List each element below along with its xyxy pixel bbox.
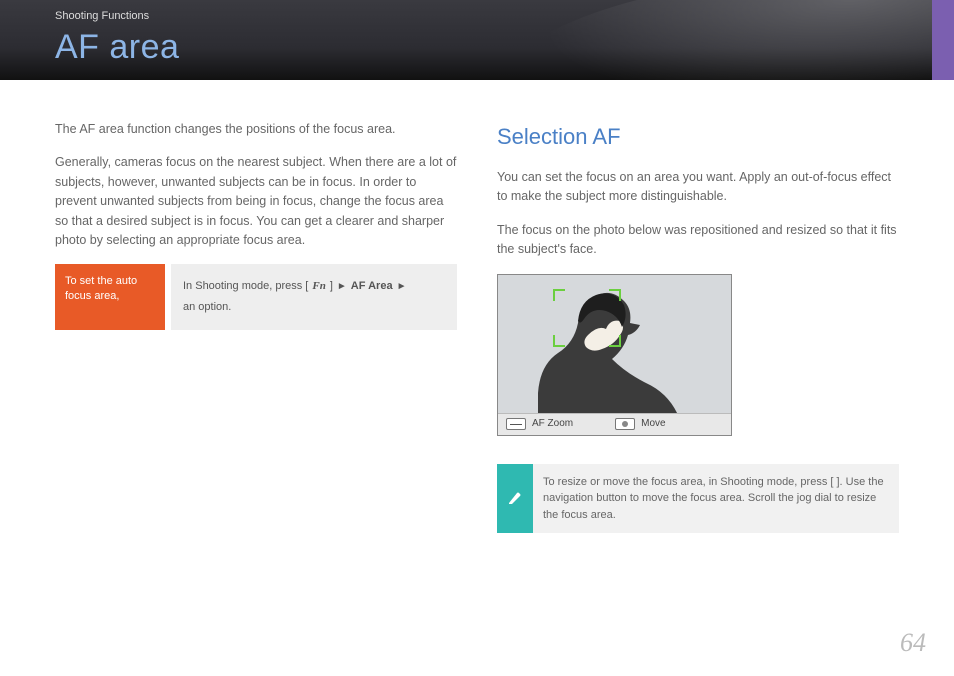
focus-corner-icon	[609, 335, 621, 347]
page-root: Shooting Functions AF area The AF area f…	[0, 0, 954, 676]
header-decoration	[488, 0, 954, 80]
instr-text-prefix: In Shooting mode, press [	[183, 278, 308, 295]
left-column: The AF area function changes the positio…	[55, 120, 457, 533]
af-focus-indicator	[553, 289, 621, 347]
example-photo	[498, 275, 731, 413]
focus-corner-icon	[553, 289, 565, 301]
move-pad-icon	[615, 418, 635, 430]
photo-control-bar: AF Zoom Move	[498, 413, 731, 435]
instruction-row: To set the auto focus area, In Shooting …	[55, 264, 457, 330]
header-purple-tab	[932, 0, 954, 80]
page-title: AF area	[55, 28, 179, 67]
note-text: To resize or move the focus area, in Sho…	[543, 464, 899, 534]
page-number: 64	[900, 628, 926, 658]
content-area: The AF area function changes the positio…	[0, 80, 954, 533]
move-label: Move	[641, 416, 665, 432]
right-column: Selection AF You can set the focus on an…	[497, 120, 899, 533]
section-label: Shooting Functions	[55, 10, 149, 22]
focus-corner-icon	[609, 289, 621, 301]
arrow-icon: ►	[397, 279, 407, 295]
subheading-selection-af: Selection AF	[497, 120, 899, 154]
instruction-label-box: To set the auto focus area,	[55, 264, 165, 330]
instr-af-area: AF Area	[351, 278, 393, 295]
page-header: Shooting Functions AF area	[0, 0, 954, 80]
example-photo-frame: AF Zoom Move	[497, 274, 732, 436]
note-box: To resize or move the focus area, in Sho…	[497, 464, 899, 534]
af-zoom-label: AF Zoom	[532, 416, 573, 432]
left-paragraph-1: The AF area function changes the positio…	[55, 120, 457, 139]
instr-text-suffix: an option.	[183, 299, 231, 316]
zoom-dial-icon	[506, 418, 526, 430]
instr-text-mid1: ]	[330, 278, 333, 295]
instruction-steps-box: In Shooting mode, press [Fn] ► AF Area ►…	[171, 264, 457, 330]
arrow-icon: ►	[337, 279, 347, 295]
note-pencil-icon	[497, 464, 533, 534]
right-paragraph-1: You can set the focus on an area you wan…	[497, 168, 899, 207]
focus-corner-icon	[553, 335, 565, 347]
fn-key-label: Fn	[312, 278, 325, 295]
right-paragraph-2: The focus on the photo below was reposit…	[497, 221, 899, 260]
left-paragraph-2: Generally, cameras focus on the nearest …	[55, 153, 457, 250]
